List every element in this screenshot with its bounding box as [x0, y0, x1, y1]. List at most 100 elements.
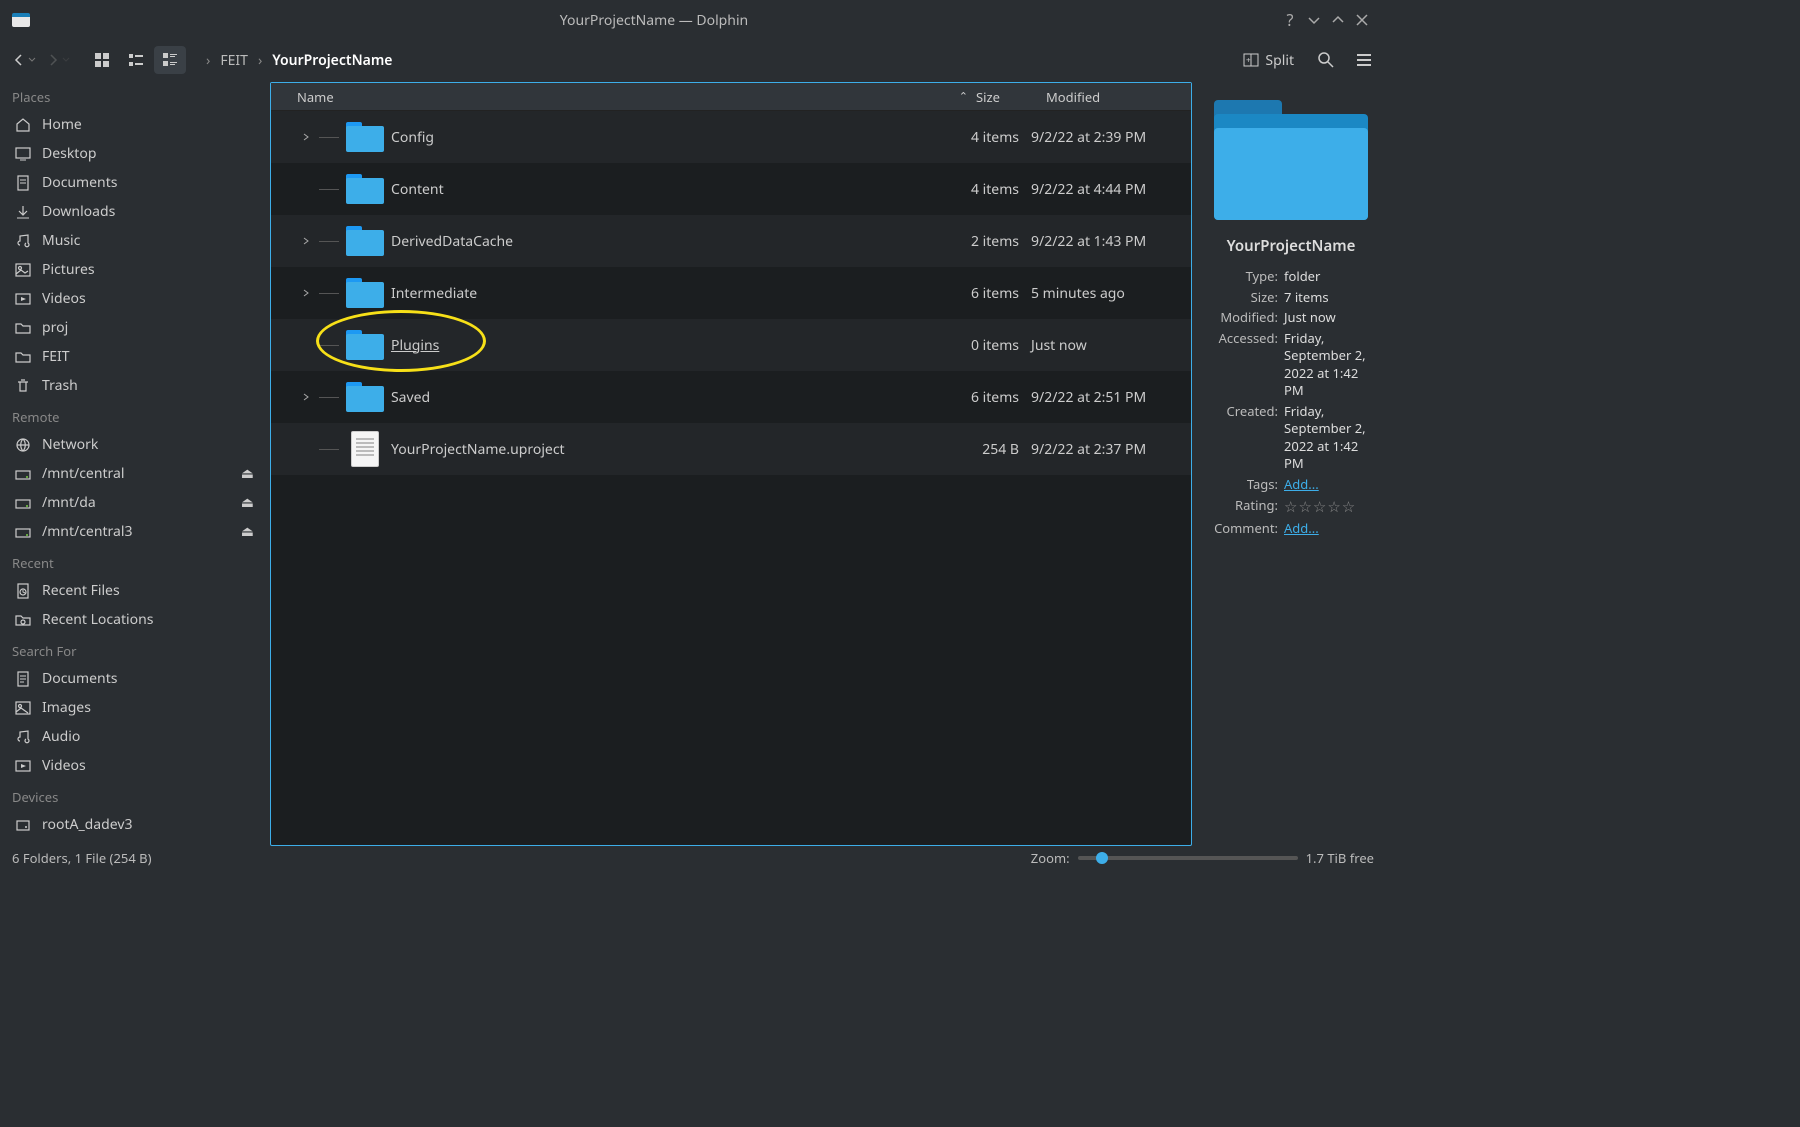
info-label: Created:	[1206, 403, 1284, 473]
help-icon[interactable]: ?	[1278, 8, 1302, 32]
icons-view-button[interactable]	[86, 46, 118, 74]
eject-icon[interactable]: ⏏	[241, 844, 254, 846]
search-icon	[1317, 51, 1335, 69]
split-button[interactable]: + Split	[1235, 47, 1302, 74]
file-name: Config	[391, 128, 961, 147]
videos-icon	[14, 290, 32, 308]
device-icon	[14, 845, 32, 847]
drive-icon	[14, 465, 32, 483]
expand-toggle[interactable]	[271, 288, 315, 298]
sidebar-item-label: proj	[42, 318, 68, 337]
sidebar-item[interactable]: /mnt/central⏏	[4, 459, 264, 488]
sidebar-item-label: Audio	[42, 727, 80, 746]
info-value: folder	[1284, 268, 1376, 286]
column-modified[interactable]: Modified	[1046, 88, 1191, 106]
eject-icon[interactable]: ⏏	[241, 464, 254, 483]
sidebar-item-label: Trash	[42, 376, 78, 395]
info-value[interactable]: Add...	[1284, 476, 1376, 494]
file-name: YourProjectName.uproject	[391, 440, 961, 459]
forward-button[interactable]	[42, 46, 74, 74]
sidebar-item[interactable]: Audio	[4, 722, 264, 751]
file-row[interactable]: Content 4 items 9/2/22 at 4:44 PM	[271, 163, 1191, 215]
expand-toggle[interactable]	[271, 132, 315, 142]
maximize-icon[interactable]	[1326, 8, 1350, 32]
breadcrumb-item-current[interactable]: YourProjectName	[272, 51, 392, 70]
info-label: Accessed:	[1206, 330, 1284, 400]
back-button[interactable]	[8, 46, 40, 74]
minimize-icon[interactable]	[1302, 8, 1326, 32]
folder-preview-icon	[1214, 100, 1368, 220]
breadcrumb[interactable]: › FEIT › YourProjectName	[206, 51, 1231, 70]
sidebar-item[interactable]: /mnt/central3⏏	[4, 517, 264, 546]
downloads-icon	[14, 203, 32, 221]
sidebar-item-label: Downloads	[42, 202, 115, 221]
recentloc-icon	[14, 611, 32, 629]
column-name[interactable]: Name⌃	[291, 88, 976, 106]
sidebar-item[interactable]: Desktop	[4, 139, 264, 168]
sidebar-item[interactable]: Pictures	[4, 255, 264, 284]
file-list[interactable]: Config 4 items 9/2/22 at 2:39 PM Content…	[271, 111, 1191, 845]
file-name: Intermediate	[391, 284, 961, 303]
sidebar-item[interactable]: Videos	[4, 751, 264, 780]
sidebar-item[interactable]: proj	[4, 313, 264, 342]
file-row[interactable]: Saved 6 items 9/2/22 at 2:51 PM	[271, 371, 1191, 423]
file-size: 254 B	[961, 440, 1031, 459]
expand-toggle[interactable]	[271, 236, 315, 246]
toolbar: › FEIT › YourProjectName + Split	[0, 40, 1386, 80]
sidebar-item[interactable]: Recent Files	[4, 576, 264, 605]
file-modified: 9/2/22 at 1:43 PM	[1031, 232, 1191, 251]
sidebar-item[interactable]: Network	[4, 430, 264, 459]
search-button[interactable]	[1312, 46, 1340, 74]
file-row[interactable]: DerivedDataCache 2 items 9/2/22 at 1:43 …	[271, 215, 1191, 267]
info-row: Type:folder	[1206, 268, 1376, 286]
eject-icon[interactable]: ⏏	[241, 493, 254, 512]
sidebar-item[interactable]: Videos	[4, 284, 264, 313]
sidebar-item[interactable]: /mnt/da⏏	[4, 488, 264, 517]
file-size: 2 items	[961, 232, 1031, 251]
documents-icon	[14, 174, 32, 192]
sidebar-item[interactable]: Music	[4, 226, 264, 255]
sidebar-item[interactable]: Documents	[4, 664, 264, 693]
menu-button[interactable]	[1350, 46, 1378, 74]
sidebar-item[interactable]: Images	[4, 693, 264, 722]
compact-view-button[interactable]	[120, 46, 152, 74]
recentfiles-icon	[14, 582, 32, 600]
status-bar: 6 Folders, 1 File (254 B) Zoom: 1.7 TiB …	[0, 846, 1386, 870]
trash-icon	[14, 377, 32, 395]
column-size[interactable]: Size	[976, 88, 1046, 106]
hamburger-icon	[1355, 51, 1373, 69]
info-value[interactable]: Add...	[1284, 520, 1376, 538]
sidebar-item[interactable]: Trash	[4, 371, 264, 400]
info-row: Created:Friday, September 2, 2022 at 1:4…	[1206, 403, 1376, 473]
breadcrumb-item[interactable]: FEIT	[220, 51, 248, 70]
zoom-slider[interactable]	[1078, 856, 1298, 860]
close-icon[interactable]	[1350, 8, 1374, 32]
info-row: Tags:Add...	[1206, 476, 1376, 494]
file-modified: Just now	[1031, 336, 1191, 355]
eject-icon[interactable]: ⏏	[241, 522, 254, 541]
file-name: DerivedDataCache	[391, 232, 961, 251]
details-view-button[interactable]	[154, 46, 186, 74]
sidebar-item[interactable]: rootA_dadev3	[4, 810, 264, 839]
file-icon	[351, 431, 379, 467]
videos-s-icon	[14, 757, 32, 775]
sidebar-item-label: Images	[42, 698, 91, 717]
file-row[interactable]: Intermediate 6 items 5 minutes ago	[271, 267, 1191, 319]
sidebar-item[interactable]: Downloads	[4, 197, 264, 226]
file-row[interactable]: Config 4 items 9/2/22 at 2:39 PM	[271, 111, 1191, 163]
file-row[interactable]: YourProjectName.uproject 254 B 9/2/22 at…	[271, 423, 1191, 475]
audio-s-icon	[14, 728, 32, 746]
svg-text:+: +	[1246, 55, 1251, 66]
expand-toggle[interactable]	[271, 392, 315, 402]
sidebar-item[interactable]: Documents	[4, 168, 264, 197]
free-space: 1.7 TiB free	[1306, 849, 1374, 867]
sidebar-item[interactable]: FEIT	[4, 342, 264, 371]
sidebar-item-label: Home	[42, 115, 82, 134]
sidebar-item[interactable]: Home	[4, 110, 264, 139]
sidebar-item[interactable]: local_dadev3⏏	[4, 839, 264, 846]
documents-s-icon	[14, 670, 32, 688]
sidebar-item[interactable]: Recent Locations	[4, 605, 264, 634]
file-row[interactable]: Plugins 0 items Just now	[271, 319, 1191, 371]
folder-icon	[346, 330, 384, 360]
folder-icon	[346, 174, 384, 204]
